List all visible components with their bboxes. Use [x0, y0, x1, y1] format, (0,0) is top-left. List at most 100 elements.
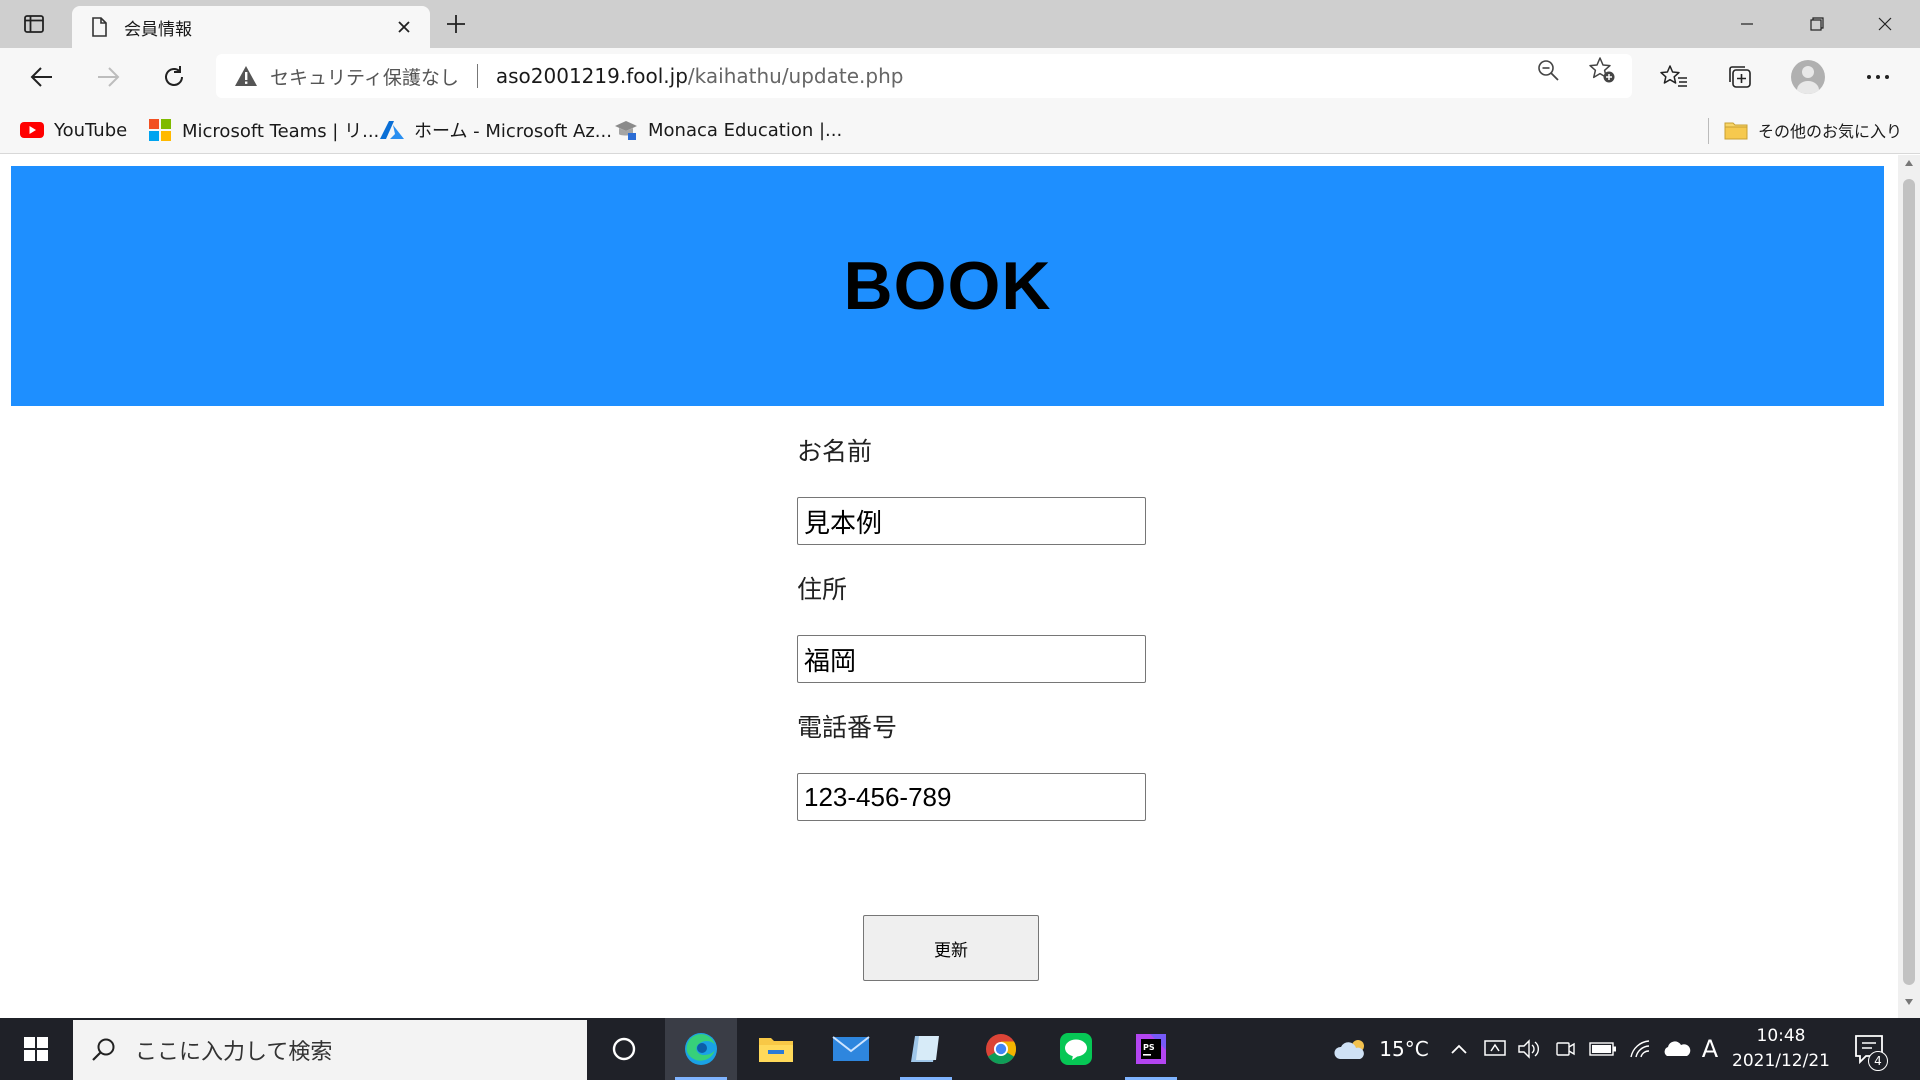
onedrive-button[interactable]: [1660, 1018, 1694, 1080]
scroll-down-button[interactable]: [1898, 998, 1920, 1012]
avatar: [1791, 60, 1825, 94]
favorites-button[interactable]: [1654, 58, 1694, 96]
taskbar-mail[interactable]: [815, 1018, 887, 1080]
restore-button[interactable]: [1782, 0, 1852, 48]
page-viewport: BOOK お名前 住所 電話番号 更新: [0, 155, 1898, 1018]
meet-now-button[interactable]: [1550, 1018, 1580, 1080]
close-window-button[interactable]: [1850, 0, 1920, 48]
phone-input[interactable]: [797, 773, 1146, 821]
ime-indicator[interactable]: A: [1698, 1018, 1722, 1080]
taskbar-notes-app[interactable]: [890, 1018, 962, 1080]
new-tab-button[interactable]: [440, 10, 472, 38]
favorite-azure[interactable]: ホーム - Microsoft Az...: [380, 114, 612, 146]
active-tab[interactable]: 会員情報: [72, 6, 430, 48]
minimize-button[interactable]: [1712, 0, 1782, 48]
display-sync-icon: [1484, 1040, 1506, 1056]
monaca-icon: [614, 119, 638, 141]
weather-temperature[interactable]: 15°C: [1376, 1018, 1432, 1080]
favorites-divider: [1708, 118, 1709, 144]
forward-button[interactable]: [88, 58, 128, 96]
profile-button[interactable]: [1788, 58, 1828, 96]
back-arrow-icon: [30, 67, 52, 87]
notebook-icon: [911, 1036, 939, 1062]
taskbar-chrome[interactable]: [965, 1018, 1037, 1080]
more-icon: [1867, 75, 1889, 79]
meet-now-icon: [1556, 1042, 1575, 1056]
star-add-icon: [1589, 57, 1615, 83]
start-button[interactable]: [0, 1018, 72, 1080]
taskbar-clock[interactable]: 10:48 2021/12/21: [1726, 1024, 1836, 1074]
taskbar-line[interactable]: [1040, 1018, 1112, 1080]
page-scrollbar[interactable]: [1898, 155, 1920, 1018]
scroll-up-arrow-icon: [1905, 160, 1913, 166]
tab-title: 会員情報: [124, 19, 192, 40]
refresh-button[interactable]: [154, 58, 194, 96]
favorite-label: ホーム - Microsoft Az...: [414, 121, 612, 142]
taskbar-edge[interactable]: [665, 1018, 737, 1080]
name-label: お名前: [797, 437, 873, 466]
favorites-list-icon: [1660, 65, 1687, 87]
favorites-bar: YouTube Microsoft Teams | リ... ホーム - Mic…: [0, 106, 1920, 154]
close-icon: [398, 21, 410, 33]
line-icon: [1060, 1033, 1092, 1065]
clock-time: 10:48: [1756, 1026, 1806, 1046]
settings-menu-button[interactable]: [1858, 58, 1898, 96]
folder-icon: [1724, 119, 1748, 141]
cloud-icon: [1334, 1040, 1364, 1059]
scroll-up-button[interactable]: [1898, 159, 1920, 173]
scroll-thumb[interactable]: [1903, 179, 1915, 985]
show-hidden-icons-button[interactable]: [1444, 1018, 1474, 1080]
favorite-label: Monaca Education |...: [648, 119, 843, 141]
add-favorite-button[interactable]: [1587, 56, 1617, 84]
favorite-youtube[interactable]: YouTube: [20, 114, 127, 146]
tab-strip: 会員情報: [0, 0, 1920, 48]
edge-icon: [685, 1033, 717, 1065]
back-button[interactable]: [22, 58, 62, 96]
taskbar-file-explorer[interactable]: [740, 1018, 812, 1080]
onedrive-icon: [1664, 1041, 1691, 1056]
other-favorites[interactable]: その他のお気に入り: [1724, 114, 1902, 146]
zoom-button[interactable]: [1533, 56, 1563, 84]
security-status[interactable]: セキュリティ保護なし: [270, 63, 459, 90]
restore-icon: [1810, 17, 1824, 31]
windows-logo-icon: [24, 1037, 48, 1061]
favorite-monaca[interactable]: Monaca Education |...: [614, 114, 842, 146]
volume-button[interactable]: [1514, 1018, 1544, 1080]
clock-date: 2021/12/21: [1732, 1051, 1830, 1071]
favorite-teams[interactable]: Microsoft Teams | リ...: [148, 114, 379, 146]
update-button[interactable]: 更新: [863, 915, 1039, 981]
site-header: BOOK: [11, 166, 1884, 406]
page-icon: [92, 17, 107, 37]
tab-close-button[interactable]: [392, 15, 416, 39]
name-input[interactable]: [797, 497, 1146, 545]
other-favorites-label: その他のお気に入り: [1758, 122, 1903, 141]
chevron-up-icon: [1451, 1044, 1467, 1054]
network-button[interactable]: [1626, 1018, 1656, 1080]
folder-icon: [759, 1038, 793, 1062]
collections-icon: [1729, 66, 1751, 88]
wifi-icon: [1630, 1040, 1650, 1058]
tray-device-icon[interactable]: [1480, 1018, 1510, 1080]
tab-actions-button[interactable]: [16, 9, 52, 39]
browser-toolbar: セキュリティ保護なし aso2001219.fool.jp /kaihathu/…: [0, 48, 1920, 106]
battery-indicator[interactable]: [1586, 1018, 1620, 1080]
collections-button[interactable]: [1720, 58, 1760, 96]
taskbar-phpstorm[interactable]: PS: [1115, 1018, 1187, 1080]
phone-label: 電話番号: [797, 713, 898, 742]
speaker-icon: [1518, 1039, 1539, 1059]
address-input[interactable]: [797, 635, 1146, 683]
warning-icon: [235, 66, 257, 86]
cortana-button[interactable]: [588, 1018, 660, 1080]
forward-arrow-icon: [98, 67, 120, 87]
azure-icon: [380, 119, 404, 141]
microsoft-icon: [148, 119, 172, 141]
address-bar[interactable]: セキュリティ保護なし aso2001219.fool.jp /kaihathu/…: [216, 54, 1632, 98]
battery-icon: [1589, 1042, 1616, 1056]
taskbar-search[interactable]: ここに入力して検索: [73, 1020, 587, 1080]
weather-widget[interactable]: [1330, 1018, 1372, 1080]
windows-taskbar: ここに入力して検索 PS 15°C A 10:48 2021/12/21 4: [0, 1018, 1920, 1080]
favorite-label: Microsoft Teams | リ...: [182, 121, 380, 142]
zoom-out-icon: [1538, 60, 1559, 81]
address-label: 住所: [797, 575, 848, 604]
svg-text:PS: PS: [1143, 1043, 1155, 1052]
